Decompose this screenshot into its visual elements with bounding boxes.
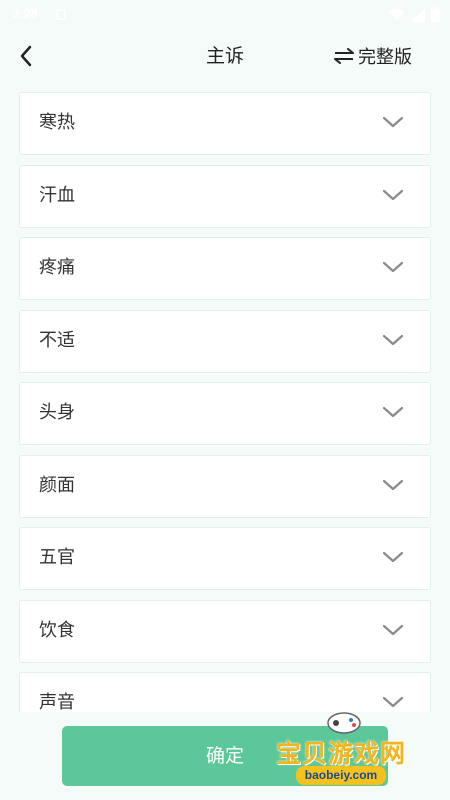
notification-icon <box>56 9 66 20</box>
watermark-text: 宝贝游戏网 <box>276 739 407 768</box>
category-label: 疼痛 <box>39 257 75 278</box>
category-label: 汗血 <box>39 184 75 206</box>
chevron-down-icon <box>382 116 404 128</box>
category-label: 头身 <box>39 402 75 423</box>
chevron-down-icon <box>382 406 404 418</box>
category-label: 五官 <box>39 547 75 568</box>
category-item-cold-heat[interactable]: 寒热 <box>19 92 431 155</box>
category-item-pain[interactable]: 疼痛 <box>19 237 431 300</box>
watermark-url: baobeiy.com <box>296 766 386 785</box>
gamepad-icon <box>327 712 361 734</box>
category-label: 寒热 <box>39 112 75 133</box>
category-label: 不适 <box>39 329 75 351</box>
status-bar: 3:28 <box>0 0 450 30</box>
watermark-logo: 宝贝游戏网 baobeiy.com <box>272 706 422 796</box>
chevron-down-icon <box>382 479 404 490</box>
full-version-toggle[interactable]: 完整版 <box>333 42 412 70</box>
chevron-down-icon <box>382 624 404 635</box>
battery-icon <box>431 7 440 22</box>
category-item-head-body[interactable]: 头身 <box>19 382 431 445</box>
wifi-icon <box>389 8 405 21</box>
category-item-sweat-blood[interactable]: 汗血 <box>19 164 431 228</box>
chevron-down-icon <box>382 334 404 345</box>
header: 主诉 完整版 <box>0 30 450 82</box>
category-item-five-senses[interactable]: 五官 <box>19 527 431 590</box>
category-label: 饮食 <box>39 619 75 641</box>
chevron-down-icon <box>382 261 404 273</box>
status-icons <box>389 7 440 22</box>
complaint-category-list: 寒热 汗血 疼痛 不适 头身 颜面 五官 饮食 声音 <box>19 92 431 712</box>
swap-arrows-icon <box>334 48 354 64</box>
category-label: 颜面 <box>39 474 75 496</box>
chevron-down-icon <box>382 551 404 563</box>
status-time: 3:28 <box>12 6 39 21</box>
full-version-label: 完整版 <box>358 47 412 68</box>
category-label: 声音 <box>39 692 75 712</box>
category-item-discomfort[interactable]: 不适 <box>19 309 431 373</box>
category-item-face[interactable]: 颜面 <box>19 454 431 518</box>
chevron-down-icon <box>382 189 404 200</box>
category-item-diet[interactable]: 饮食 <box>19 599 431 663</box>
signal-icon <box>411 7 425 22</box>
